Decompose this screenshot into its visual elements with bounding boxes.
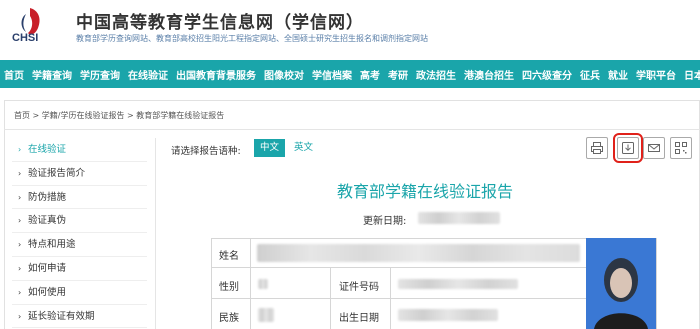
report-title: 教育部学籍在线验证报告 <box>337 182 514 201</box>
nav-item-career[interactable]: 学职平台 <box>636 67 676 82</box>
sidebar-item-report-intro[interactable]: › 验证报告简介 <box>12 162 147 186</box>
portrait-image <box>586 238 656 329</box>
chevron-right-icon: › <box>18 240 22 250</box>
print-button[interactable] <box>586 137 608 159</box>
sidebar-item-label: 特点和用途 <box>28 239 76 251</box>
nav-item-law-enroll[interactable]: 政法招生 <box>416 67 456 82</box>
breadcrumb[interactable]: 首页 > 学籍/学历在线验证报告 > 教育部学籍在线验证报告 <box>14 110 224 121</box>
site-title: 中国高等教育学生信息网（学信网） <box>76 13 364 33</box>
update-date-redacted <box>418 212 500 224</box>
nav-item-home[interactable]: 首页 <box>4 67 24 82</box>
field-ethnicity-label: 民族 <box>219 313 239 324</box>
nav-item-image-check[interactable]: 图像校对 <box>264 67 304 82</box>
field-id-label: 证件号码 <box>339 282 379 293</box>
logo-text: CHSI <box>12 32 39 44</box>
nav-item-japan[interactable]: 日本频道 <box>684 67 700 82</box>
nav-item-military[interactable]: 征兵 <box>580 67 600 82</box>
chevron-right-icon: › <box>18 263 22 273</box>
nav-item-enrollment-query[interactable]: 学籍查询 <box>32 67 72 82</box>
sidebar-item-label: 验证真伪 <box>28 215 67 227</box>
sidebar-item-label: 验证报告简介 <box>28 167 86 179</box>
sidebar-item-anti-fake[interactable]: › 防伪措施 <box>12 186 147 210</box>
field-birthdate-label: 出生日期 <box>339 313 379 324</box>
sidebar-item-label: 如何申请 <box>28 262 67 274</box>
nav-item-archive[interactable]: 学信档案 <box>312 67 352 82</box>
mail-icon <box>648 144 660 152</box>
sidebar: › 在线验证 › 验证报告简介 › 防伪措施 › 验证真伪 › 特点和用途 › 如何申请 ›… <box>4 138 156 329</box>
qrcode-button[interactable] <box>670 137 692 159</box>
student-photo <box>586 238 656 329</box>
table-divider <box>330 267 331 329</box>
name-redacted <box>257 244 580 262</box>
site-subtitle: 教育部学历查询网站、教育部高校招生阳光工程指定网站、全国硕士研究生招生报名和调剂… <box>76 34 428 43</box>
table-divider <box>211 267 586 268</box>
field-gender-label: 性别 <box>219 282 239 293</box>
nav-item-overseas-service[interactable]: 出国教育背景服务 <box>176 67 256 82</box>
sidebar-item-how-use[interactable]: › 如何使用 <box>12 281 147 305</box>
sidebar-item-online-verify[interactable]: › 在线验证 <box>12 138 147 162</box>
sidebar-item-extend-validity[interactable]: › 延长验证有效期 <box>12 305 147 329</box>
print-icon <box>591 142 603 154</box>
sidebar-item-label: 在线验证 <box>28 144 67 155</box>
update-date-label: 更新日期: <box>363 216 407 227</box>
chevron-right-icon: › <box>18 168 22 178</box>
chevron-right-icon: › <box>18 216 22 226</box>
nav-item-gaokao[interactable]: 高考 <box>360 67 380 82</box>
sidebar-item-label: 如何使用 <box>28 286 67 298</box>
birthdate-redacted <box>398 309 498 321</box>
chevron-right-icon: › <box>18 287 22 297</box>
qrcode-icon <box>675 142 687 154</box>
nav-item-cet-score[interactable]: 四六级查分 <box>522 67 572 82</box>
nav-item-kaoyan[interactable]: 考研 <box>388 67 408 82</box>
language-chinese-button[interactable]: 中文 <box>254 139 286 157</box>
field-name-label: 姓名 <box>219 251 239 262</box>
nav-item-online-verify[interactable]: 在线验证 <box>128 67 168 82</box>
chevron-right-icon: › <box>18 145 22 154</box>
main-nav: 首页 学籍查询 学历查询 在线验证 出国教育背景服务 图像校对 学信档案 高考 … <box>0 60 700 88</box>
table-divider <box>390 267 391 329</box>
nav-item-jobs[interactable]: 就业 <box>608 67 628 82</box>
table-divider <box>250 238 251 329</box>
breadcrumb-divider <box>4 129 700 130</box>
site-header: CHSI 中国高等教育学生信息网（学信网） 教育部学历查询网站、教育部高校招生阳… <box>0 0 700 58</box>
download-icon <box>622 142 634 154</box>
chevron-right-icon: › <box>18 192 22 202</box>
table-divider <box>211 298 586 299</box>
sidebar-item-label: 延长验证有效期 <box>28 310 95 322</box>
gender-redacted <box>258 279 268 289</box>
sidebar-item-verify-authenticity[interactable]: › 验证真伪 <box>12 209 147 234</box>
nav-item-hmt-enroll[interactable]: 港澳台招生 <box>464 67 514 82</box>
ethnicity-redacted <box>258 308 274 322</box>
sidebar-item-features[interactable]: › 特点和用途 <box>12 233 147 257</box>
nav-item-degree-query[interactable]: 学历查询 <box>80 67 120 82</box>
download-button[interactable] <box>613 133 643 163</box>
language-english-button[interactable]: 英文 <box>288 139 319 157</box>
sidebar-item-label: 防伪措施 <box>28 191 67 203</box>
chevron-right-icon: › <box>18 311 22 321</box>
mail-button[interactable] <box>643 137 665 159</box>
id-redacted <box>398 279 518 289</box>
language-label: 请选择报告语种: <box>171 146 241 157</box>
sidebar-item-how-apply[interactable]: › 如何申请 <box>12 257 147 281</box>
